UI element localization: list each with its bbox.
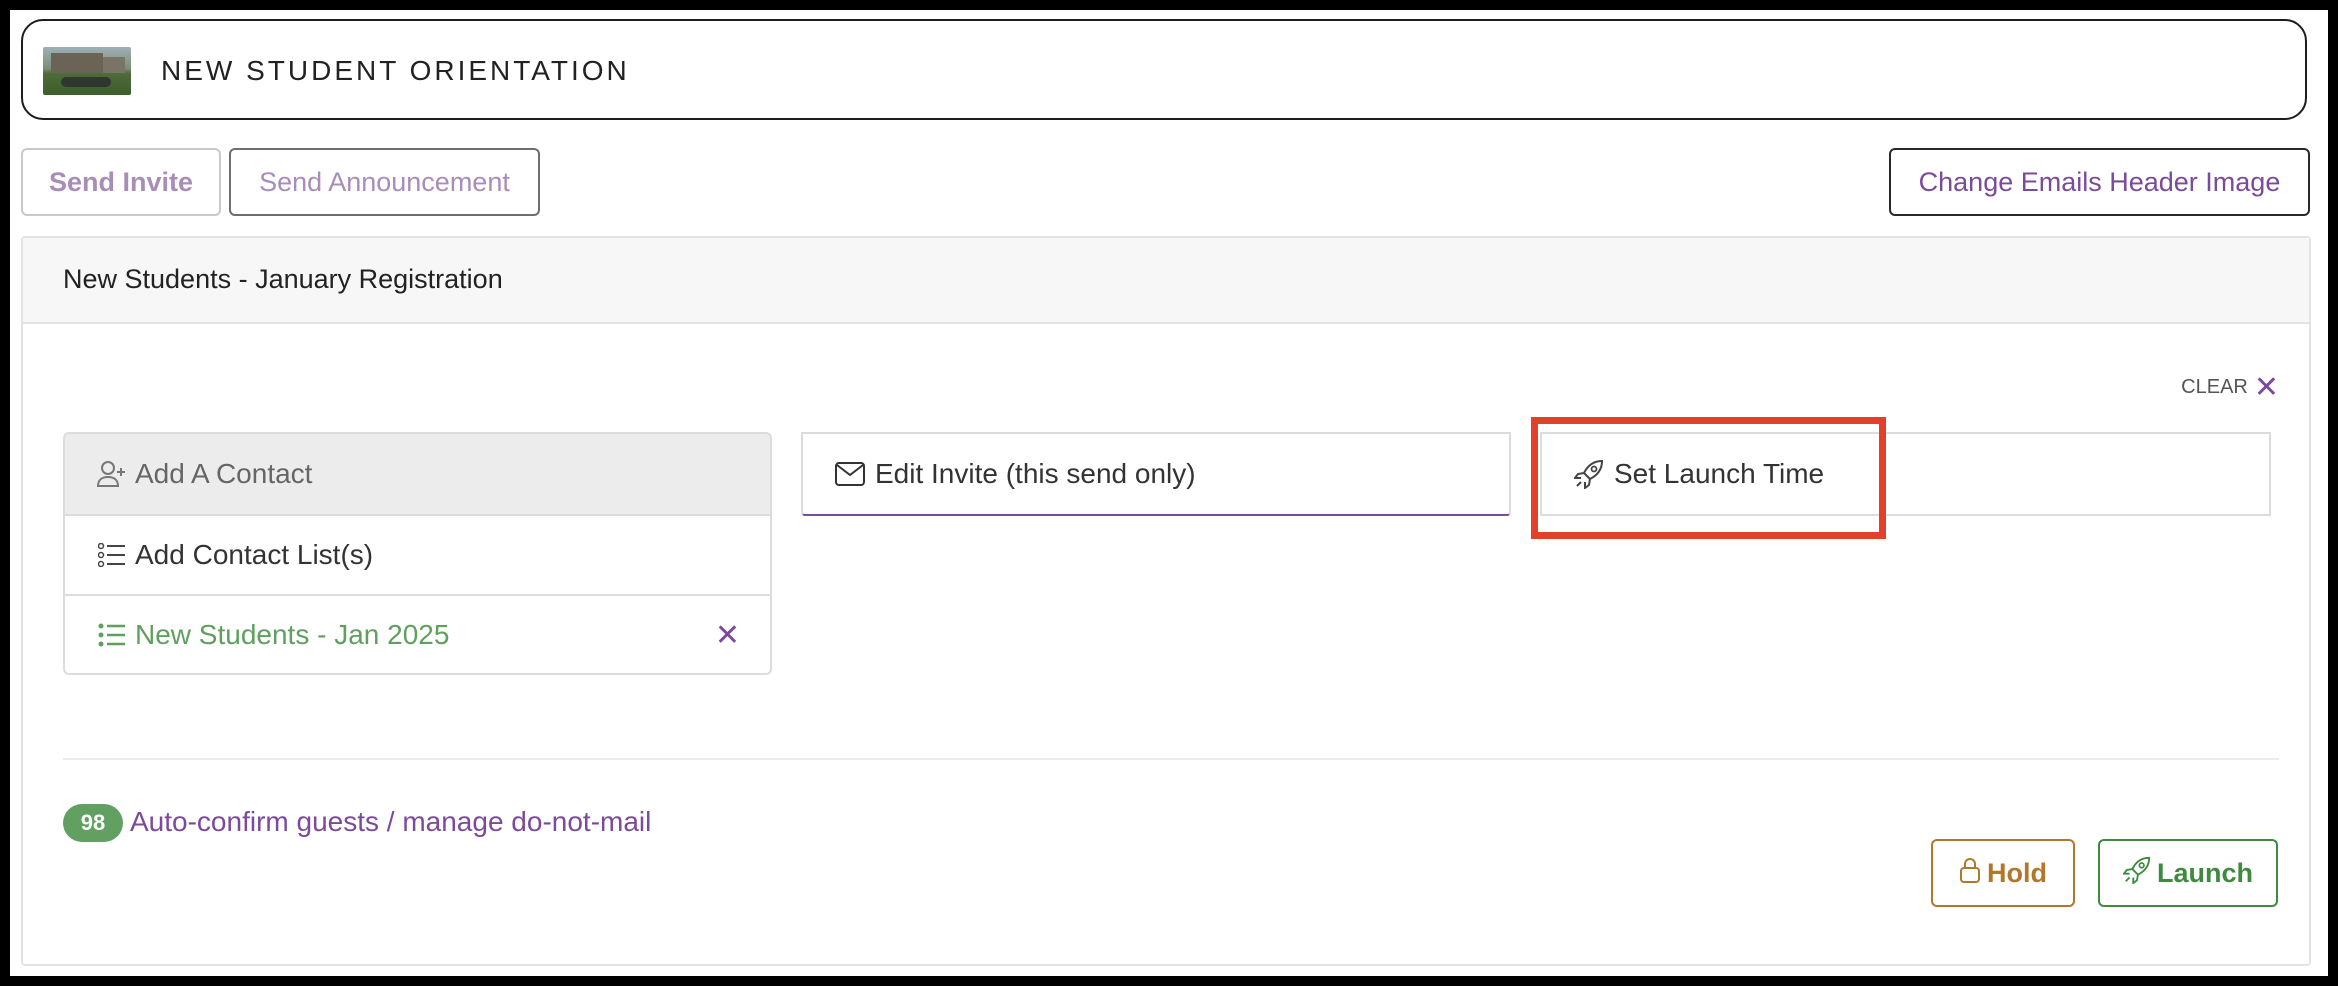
add-contact-button[interactable]: Add A Contact <box>63 432 772 516</box>
contacts-list: Add A Contact Add Contact List(s) New St… <box>63 432 772 675</box>
event-header: NEW STUDENT ORIENTATION <box>21 19 2307 120</box>
change-emails-header-image-button[interactable]: Change Emails Header Image <box>1889 148 2310 216</box>
clear-label: CLEAR <box>2181 376 2248 398</box>
add-user-icon <box>97 460 127 488</box>
selected-list-label: New Students - Jan 2025 <box>135 618 450 650</box>
hold-label: Hold <box>1987 857 2047 888</box>
tab-edit-invite[interactable]: Edit Invite (this send only) <box>801 432 1511 516</box>
add-contact-label: Add A Contact <box>135 458 313 489</box>
add-list-label: Add Contact List(s) <box>135 539 374 570</box>
guest-count-badge: 98 <box>63 804 123 842</box>
edit-invite-label: Edit Invite (this send only) <box>875 458 1196 489</box>
auto-confirm-link[interactable]: Auto-confirm guests / manage do-not-mail <box>130 806 651 838</box>
send-announcement-button[interactable]: Send Announcement <box>229 148 540 216</box>
list-icon <box>97 621 127 649</box>
divider <box>63 758 2279 760</box>
launch-label: Launch <box>2156 857 2253 888</box>
panel-header: New Students - January Registration <box>23 238 2309 324</box>
launch-button[interactable]: Launch <box>2098 839 2278 907</box>
envelope-icon <box>835 462 865 486</box>
event-thumbnail <box>43 47 131 95</box>
add-contact-list-button[interactable]: Add Contact List(s) <box>63 514 772 596</box>
send-invite-button[interactable]: Send Invite <box>21 148 221 216</box>
selected-contact-list: New Students - Jan 2025 ✕ <box>63 594 772 675</box>
close-icon: ✕ <box>2253 370 2279 404</box>
list-icon <box>97 541 127 569</box>
highlight-box <box>1531 417 1886 539</box>
clear-button[interactable]: CLEAR ✕ <box>2181 370 2279 404</box>
rocket-icon <box>2122 856 2151 891</box>
lock-icon <box>1959 856 1981 891</box>
send-panel: New Students - January Registration CLEA… <box>21 236 2311 966</box>
event-title: NEW STUDENT ORIENTATION <box>161 55 630 86</box>
hold-button[interactable]: Hold <box>1931 839 2075 907</box>
panel-title: New Students - January Registration <box>63 264 503 294</box>
remove-list-icon[interactable]: ✕ <box>715 618 740 653</box>
